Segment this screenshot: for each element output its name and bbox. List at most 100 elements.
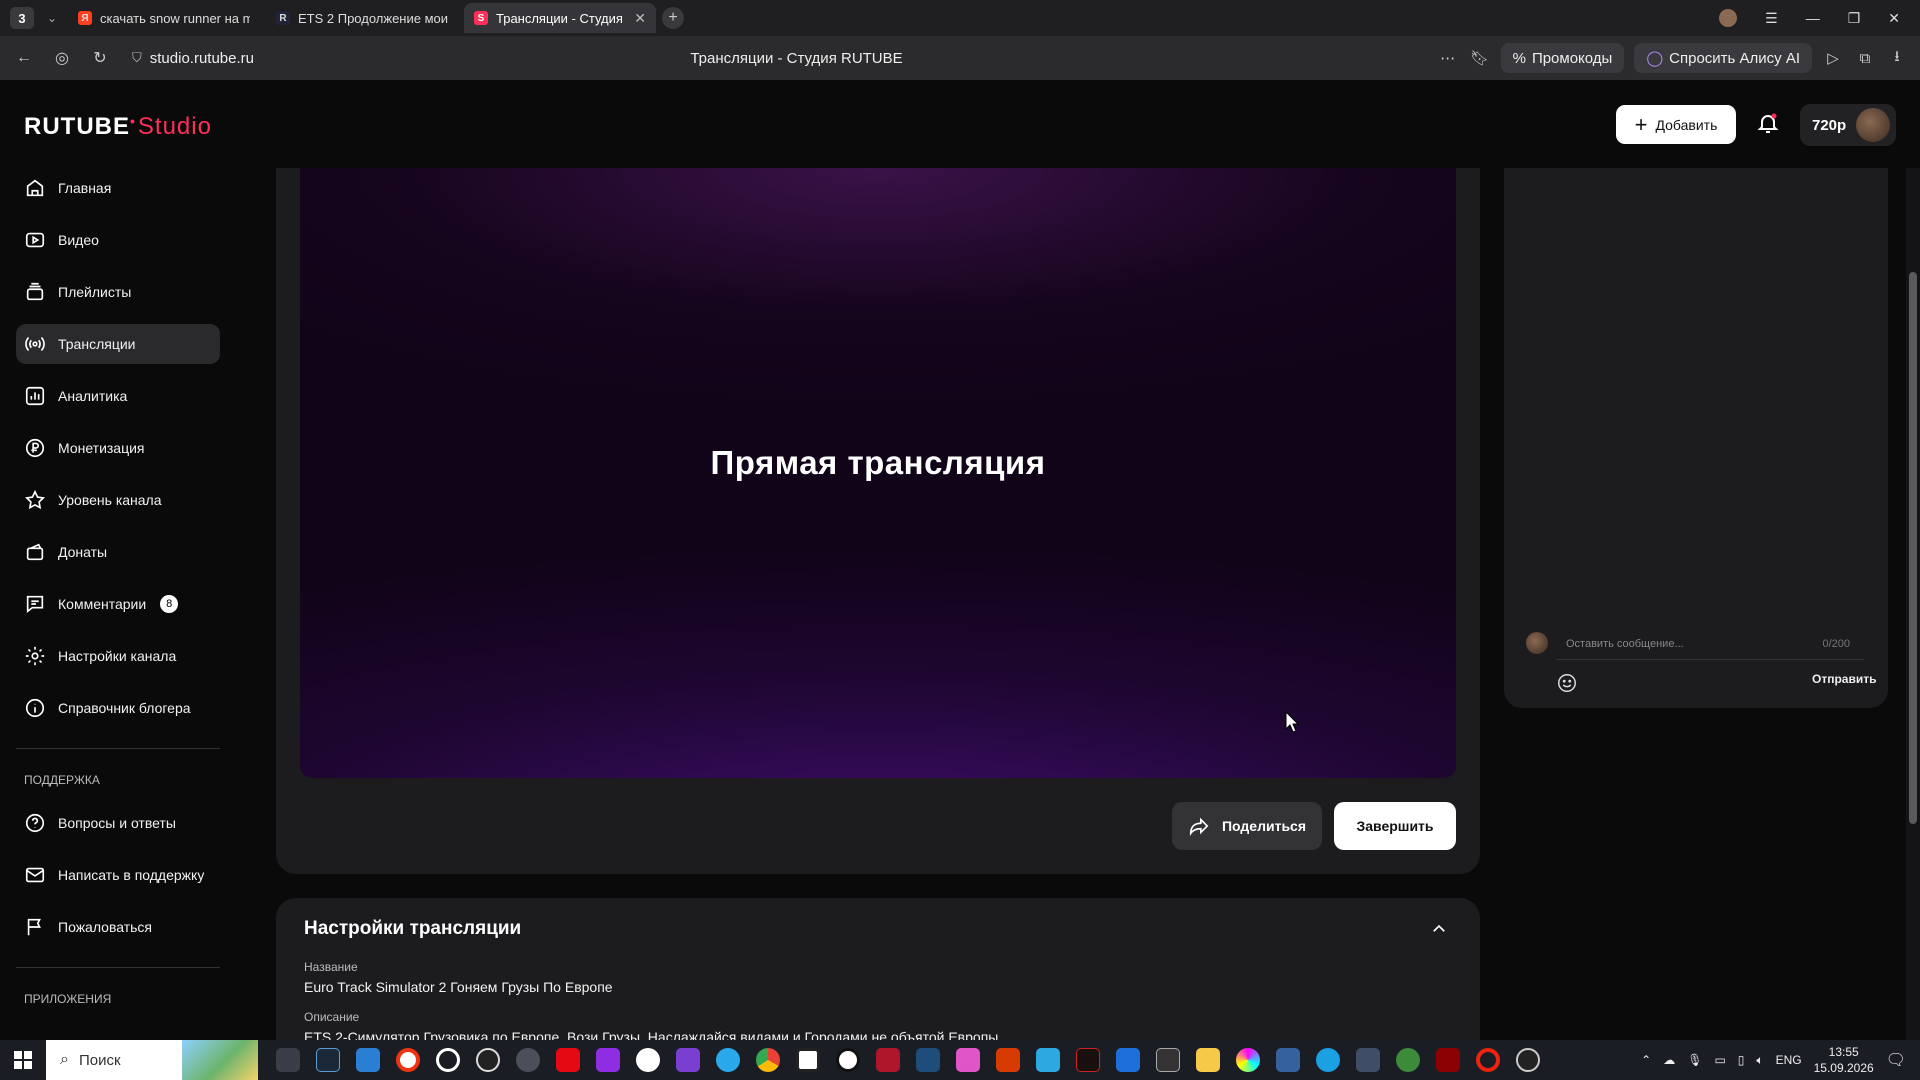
obs-icon[interactable] — [1516, 1048, 1540, 1072]
sidebar-item-faq[interactable]: Вопросы и ответы — [16, 803, 220, 843]
store-icon[interactable] — [356, 1048, 380, 1072]
avatar[interactable] — [1856, 108, 1890, 142]
task-view-icon[interactable] — [276, 1048, 300, 1072]
sidebar-item-report[interactable]: Пожаловаться — [16, 907, 220, 947]
onedrive-icon[interactable]: ☁ — [1663, 1053, 1675, 1067]
netflix-icon[interactable] — [556, 1048, 580, 1072]
game-mafia-icon[interactable] — [876, 1048, 900, 1072]
discord-icon[interactable] — [636, 1048, 660, 1072]
promo-button[interactable]: % Промокоды — [1500, 43, 1625, 73]
language-indicator[interactable]: ENG — [1776, 1053, 1802, 1067]
ats-icon[interactable] — [1356, 1048, 1380, 1072]
media-player-icon[interactable] — [956, 1048, 980, 1072]
rockstar-icon[interactable] — [796, 1048, 820, 1072]
profile-icon[interactable] — [1719, 9, 1738, 27]
minimize-icon[interactable]: — — [1806, 10, 1820, 26]
clock[interactable]: 13:55 15.09.2026 — [1814, 1044, 1874, 1076]
chat-avatar — [1526, 632, 1548, 654]
info-icon — [25, 698, 45, 718]
sidebar-item-home[interactable]: Главная — [16, 168, 220, 208]
yandex-browser-icon[interactable] — [396, 1048, 420, 1072]
live-preview[interactable]: Прямая трансляция — [300, 168, 1456, 778]
restore-icon[interactable]: ❐ — [1848, 10, 1861, 27]
battery-icon[interactable]: ▯ — [1738, 1053, 1745, 1067]
sidebar-item-playlists[interactable]: Плейлисты — [16, 272, 220, 312]
emoji-icon[interactable] — [1556, 672, 1578, 694]
sidebar-item-channel-settings[interactable]: Настройки канала — [16, 636, 220, 676]
share-button[interactable]: Поделиться — [1172, 802, 1322, 850]
media-icon[interactable]: ▷ — [1822, 49, 1844, 67]
start-button[interactable] — [0, 1051, 46, 1069]
sidebar-item-contact-support[interactable]: Написать в поддержку — [16, 855, 220, 895]
game-dark-icon[interactable] — [1076, 1048, 1100, 1072]
green-app-icon[interactable] — [1396, 1048, 1420, 1072]
tab-count[interactable]: 3 — [10, 7, 34, 29]
color-app-icon[interactable] — [1236, 1048, 1260, 1072]
close-window-icon[interactable]: ✕ — [1888, 10, 1900, 27]
quality-selector[interactable]: 720p — [1800, 104, 1896, 146]
fc-game-icon[interactable] — [916, 1048, 940, 1072]
browser-tab[interactable]: Я скачать snow runner на m — [68, 3, 260, 33]
bookmark-icon[interactable]: 🔖︎ — [1469, 49, 1491, 67]
home-icon — [26, 179, 44, 197]
telegram-icon[interactable] — [716, 1048, 740, 1072]
reload-icon[interactable]: ↻ — [86, 48, 114, 68]
visual-studio-icon[interactable] — [676, 1048, 700, 1072]
edge-icon[interactable] — [1316, 1048, 1340, 1072]
menu-icon[interactable]: ☰ — [1765, 10, 1778, 27]
send-button[interactable]: Отправить — [1812, 672, 1876, 686]
video-icon — [25, 232, 45, 248]
chat-message-input[interactable]: Оставить сообщение... 0/200 — [1556, 628, 1864, 660]
rutube-studio-logo[interactable]: RUTUBE•Studio — [24, 113, 212, 141]
collections-icon[interactable]: ⧉ — [1854, 50, 1876, 67]
unreal-icon[interactable] — [836, 1048, 860, 1072]
settings-app-icon[interactable] — [516, 1048, 540, 1072]
steam-icon[interactable] — [316, 1048, 340, 1072]
office-icon[interactable] — [996, 1048, 1020, 1072]
network-icon[interactable]: ▭ — [1714, 1053, 1725, 1067]
notifications-icon[interactable]: 🗨︎ — [1886, 1050, 1906, 1070]
name-field-value[interactable]: Euro Track Simulator 2 Гоняем Грузы По Е… — [304, 979, 613, 995]
sidebar-item-blogger-guide[interactable]: Справочник блогера — [16, 688, 220, 728]
bell-icon[interactable] — [1756, 110, 1780, 136]
scrollbar-thumb[interactable] — [1909, 272, 1917, 824]
end-broadcast-button[interactable]: Завершить — [1334, 802, 1456, 850]
sidebar-item-video[interactable]: Видео — [16, 220, 220, 260]
video-editor-icon[interactable] — [596, 1048, 620, 1072]
tray-expand-icon[interactable]: ⌃ — [1641, 1053, 1651, 1067]
photos-icon[interactable] — [1036, 1048, 1060, 1072]
file-explorer-icon[interactable] — [1196, 1048, 1220, 1072]
mafia-icon[interactable] — [1436, 1048, 1460, 1072]
sidebar-item-analytics[interactable]: Аналитика — [16, 376, 220, 416]
shield-icon[interactable]: ◎ — [48, 48, 76, 68]
ets2-icon[interactable] — [1276, 1048, 1300, 1072]
mic-icon[interactable]: 🎙︎ — [1687, 1053, 1702, 1067]
download-icon[interactable]: ⭳ — [1886, 46, 1908, 71]
volume-icon[interactable]: 🔈︎ — [1756, 1053, 1763, 1068]
ring-app-icon[interactable] — [436, 1048, 460, 1072]
sidebar-item-donations[interactable]: Донаты — [16, 532, 220, 572]
chevron-up-icon[interactable] — [1430, 920, 1448, 938]
taskbar-search[interactable]: ⌕ Поиск — [46, 1040, 258, 1080]
page-scrollbar[interactable] — [1906, 168, 1920, 1040]
close-tab-icon[interactable]: ✕ — [634, 10, 646, 27]
add-button[interactable]: + Добавить — [1616, 105, 1736, 144]
browser-tab[interactable]: R ETS 2 Продолжение мои — [266, 3, 458, 33]
snowflake-app-icon[interactable] — [1116, 1048, 1140, 1072]
back-icon[interactable]: ← — [10, 49, 38, 67]
browser-tab-active[interactable]: S Трансляции - Студия R ✕ — [464, 3, 656, 33]
opera-icon[interactable] — [1476, 1048, 1500, 1072]
sidebar-item-channel-level[interactable]: Уровень канала — [16, 480, 220, 520]
url-field[interactable]: ⛉ studio.rutube.ru — [132, 50, 254, 67]
new-tab-button[interactable]: + — [662, 7, 684, 29]
quality-label: 720p — [1812, 116, 1847, 134]
sidebar-item-comments[interactable]: Комментарии 8 — [16, 584, 220, 624]
alice-button[interactable]: ◯ Спросить Алису AI — [1634, 43, 1812, 73]
more-icon[interactable]: ⋯ — [1437, 49, 1459, 67]
chrome-icon[interactable] — [756, 1048, 780, 1072]
gta-icon[interactable] — [1156, 1048, 1180, 1072]
tabs-dropdown-icon[interactable]: ⌄ — [42, 11, 62, 25]
sidebar-item-broadcasts[interactable]: Трансляции — [16, 324, 220, 364]
counter-app-icon[interactable] — [476, 1048, 500, 1072]
sidebar-item-monetization[interactable]: Монетизация — [16, 428, 220, 468]
